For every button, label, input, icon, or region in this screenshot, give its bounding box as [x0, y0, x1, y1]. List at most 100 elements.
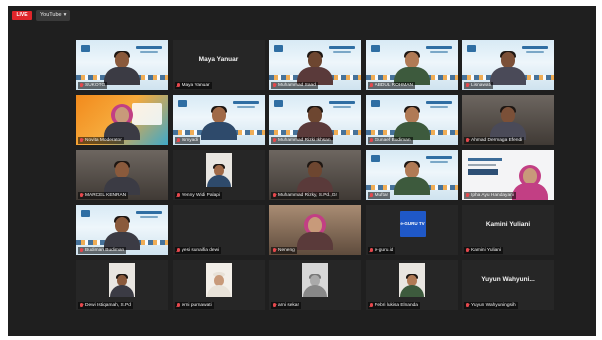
stream-target-dropdown[interactable]: YouTube ▾ — [36, 10, 71, 21]
participant-name: erni purnawati — [181, 303, 212, 308]
participant-name-label: Yenny Widi Palapi — [174, 192, 222, 199]
mic-muted-icon — [273, 83, 276, 88]
participant-tile[interactable]: Yenny Widi Palapi — [172, 150, 265, 200]
zoom-gallery-screen: LIVE YouTube ▾ SUKOTO Maya Yanuar Maya Yan… — [8, 6, 596, 336]
participant-video-figure — [393, 51, 430, 85]
stream-target-label: YouTube — [40, 12, 62, 18]
tv-logo-text: e-GURU TV — [400, 221, 425, 226]
participant-name-label: Dewi Istiqamah, S.Pd — [78, 302, 133, 309]
participant-name-card: Maya Yanuar — [198, 56, 239, 63]
profile-photo — [302, 263, 328, 297]
participant-video-figure — [104, 161, 140, 195]
participant-video-figure — [512, 165, 548, 200]
participant-tile[interactable]: erni purnawati — [172, 260, 265, 310]
participant-tile[interactable]: Lisnawati — [462, 40, 554, 90]
participant-name-label: e-guru.id — [367, 247, 396, 254]
mic-muted-icon — [466, 83, 469, 88]
participant-name: e-guru.id — [374, 248, 394, 253]
mic-muted-icon — [369, 303, 373, 308]
mic-muted-icon — [176, 303, 180, 308]
participant-tile[interactable]: arni sekar — [269, 260, 361, 310]
profile-photo — [205, 153, 232, 187]
participant-video-figure — [297, 161, 333, 195]
mic-muted-icon — [466, 138, 469, 143]
participant-tile[interactable]: Yuyun Wahyuni... Yuyun Wahyuningsih — [462, 260, 554, 310]
mic-muted-icon — [176, 193, 180, 198]
participant-name-label: Febri lukisa Elnanda — [367, 302, 420, 309]
participant-tile[interactable]: Kamini Yuliani Kamini Yuliani — [462, 205, 554, 255]
mic-muted-icon — [369, 193, 373, 198]
participant-name-label: Yuyun Wahyuningsih — [464, 302, 518, 309]
participant-name-label: Budiman Budiman — [78, 247, 127, 254]
participant-tile[interactable]: SUKOTO — [76, 40, 168, 90]
mic-muted-icon — [273, 303, 276, 308]
mic-muted-icon — [369, 83, 373, 88]
participant-tile[interactable]: Ahmad Dermaga Efendi — [462, 95, 554, 145]
participant-tile[interactable]: yesi sunaifia dewi — [172, 205, 265, 255]
participant-name-label: arni sekar — [271, 302, 302, 309]
participant-video-figure — [490, 106, 526, 140]
participant-tile[interactable]: Muftar — [365, 150, 458, 200]
mic-muted-icon — [176, 248, 180, 253]
participant-tile[interactable]: e-GURU TV e-guru.id — [365, 205, 458, 255]
participant-name-label: Kamini Yuliani — [464, 247, 504, 254]
mic-muted-icon — [80, 138, 83, 143]
participant-name: Novita Moderator — [85, 138, 122, 143]
participant-tile[interactable]: Budiman Budiman — [76, 205, 168, 255]
participant-tile[interactable]: MARCEL KENRAN — [76, 150, 168, 200]
participant-video-figure — [200, 106, 237, 140]
profile-photo-figure — [110, 274, 134, 297]
participant-tile[interactable]: Muhammad Rizky, S.Pd.,Gr — [269, 150, 361, 200]
participant-name: Muhammad Saad — [278, 83, 316, 88]
participant-name: ABDUL ROHMAN — [374, 83, 413, 88]
participant-name-label: yesi sunaifia dewi — [174, 247, 222, 254]
profile-photo — [205, 263, 232, 297]
mic-muted-icon — [273, 138, 276, 143]
participant-name-label: Ahmad Dermaga Efendi — [464, 137, 525, 144]
participant-name: Muhammad Rizky, S.Pd.,Gr — [278, 193, 338, 198]
participant-name: Gunaef Budiman — [374, 138, 411, 143]
participant-tile[interactable]: Maya Yanuar Maya Yanuar — [172, 40, 265, 90]
participant-tile[interactable]: Neneng — [269, 205, 361, 255]
profile-photo-figure — [206, 272, 231, 297]
participant-video-figure — [393, 106, 430, 140]
participant-name-label: Lisnawati — [464, 82, 493, 89]
eguru-tv-logo: e-GURU TV — [399, 211, 426, 237]
participant-name-card: Kamini Yuliani — [485, 221, 531, 228]
participant-name-label: Ismyadi — [174, 137, 201, 144]
participant-tile[interactable]: Muhammad Saad — [269, 40, 361, 90]
mic-muted-icon — [273, 193, 276, 198]
participant-name: Kamini Yuliani — [471, 248, 502, 253]
participant-name-label: Maya Yanuar — [174, 82, 212, 89]
mic-muted-icon — [80, 83, 83, 88]
profile-photo — [109, 263, 135, 297]
participant-name-card: Yuyun Wahyuni... — [481, 276, 535, 283]
participant-name: Neneng — [278, 248, 295, 253]
participant-name: Dewi Istiqamah, S.Pd — [85, 303, 131, 308]
participant-tile[interactable]: ABDUL ROHMAN — [365, 40, 458, 90]
chevron-down-icon: ▾ — [63, 12, 67, 18]
participant-grid: SUKOTO Maya Yanuar Maya Yanuar Muhammad Saa… — [76, 40, 554, 312]
participant-tile[interactable]: Dewi Istiqamah, S.Pd — [76, 260, 168, 310]
participant-name: Ahmad Dermaga Efendi — [471, 138, 523, 143]
participant-name: Ismyadi — [181, 138, 199, 143]
participant-name: MARCEL KENRAN — [85, 193, 127, 198]
participant-tile[interactable]: Muhammad Rizki Ikhsan — [269, 95, 361, 145]
participant-name-label: Muftar — [367, 192, 391, 199]
participant-tile[interactable]: Novita Moderator — [76, 95, 168, 145]
participant-name: Maya Yanuar — [181, 83, 210, 88]
mic-muted-icon — [466, 248, 469, 253]
participant-name: arni sekar — [278, 303, 300, 308]
participant-tile[interactable]: Ismyadi — [172, 95, 265, 145]
participant-tile[interactable]: Ipha Ayu Handayani — [462, 150, 554, 200]
participant-tile[interactable]: Gunaef Budiman — [365, 95, 458, 145]
mic-muted-icon — [80, 248, 83, 253]
mic-muted-icon — [369, 138, 373, 143]
participant-video-figure — [297, 51, 333, 85]
participant-name-label: erni purnawati — [174, 302, 214, 309]
participant-name-label: Muhammad Rizki Ikhsan — [271, 137, 333, 144]
participant-video-figure — [490, 51, 526, 85]
live-badge: LIVE — [12, 11, 32, 20]
participant-video-figure — [297, 106, 333, 140]
participant-tile[interactable]: Febri lukisa Elnanda — [365, 260, 458, 310]
